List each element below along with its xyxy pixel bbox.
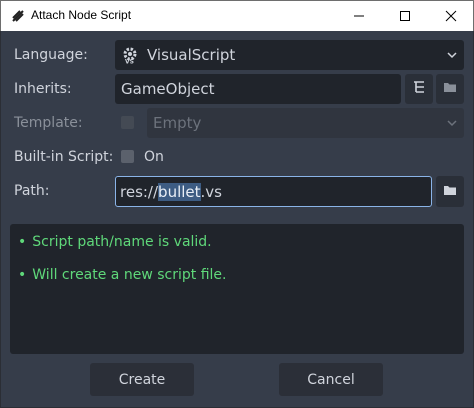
template-value: Empty — [153, 114, 202, 132]
path-input[interactable]: res://bullet .vs — [115, 176, 432, 207]
path-suffix: .vs — [200, 182, 222, 201]
language-dropdown[interactable]: VS VisualScript — [115, 40, 464, 70]
godot-app-icon — [10, 8, 26, 24]
path-browse-button[interactable] — [436, 176, 464, 207]
create-button[interactable]: Create — [90, 363, 194, 396]
status-message: • Script path/name is valid. — [18, 234, 212, 250]
class-tree-icon — [412, 80, 426, 98]
minimize-button[interactable] — [336, 1, 382, 31]
class-tree-button[interactable] — [405, 74, 433, 104]
builtin-script-label: Built-in Script: — [14, 149, 114, 165]
dialog-body: Language: VS VisualScript Inherits: Game… — [1, 31, 473, 407]
status-message: • Will create a new script file. — [18, 267, 227, 283]
svg-text:VS: VS — [125, 59, 134, 65]
window-titlebar: Attach Node Script — [0, 0, 474, 31]
maximize-button[interactable] — [382, 1, 428, 31]
folder-icon — [443, 184, 457, 200]
folder-icon — [443, 81, 457, 97]
inherits-input[interactable]: GameObject — [115, 74, 401, 104]
chevron-down-icon — [446, 49, 458, 65]
language-value: VisualScript — [147, 46, 236, 64]
template-checkbox[interactable] — [121, 116, 134, 129]
language-label: Language: — [14, 47, 88, 63]
window-title: Attach Node Script — [31, 8, 132, 22]
path-prefix: res:// — [120, 182, 159, 201]
status-message-box: • Script path/name is valid. • Will create… — [10, 224, 464, 354]
chevron-down-icon — [446, 117, 458, 133]
template-dropdown[interactable]: Empty — [147, 108, 464, 138]
path-selected-text: bullet — [158, 182, 201, 201]
builtin-script-checkbox[interactable] — [121, 150, 134, 163]
template-label: Template: — [14, 115, 83, 131]
inherits-browse-button[interactable] — [436, 74, 464, 104]
inherits-label: Inherits: — [14, 81, 72, 97]
builtin-script-on-label: On — [144, 149, 164, 165]
close-button[interactable] — [428, 1, 474, 31]
visualscript-gear-icon: VS — [121, 46, 139, 64]
cancel-button[interactable]: Cancel — [279, 363, 383, 396]
path-label: Path: — [14, 183, 50, 199]
